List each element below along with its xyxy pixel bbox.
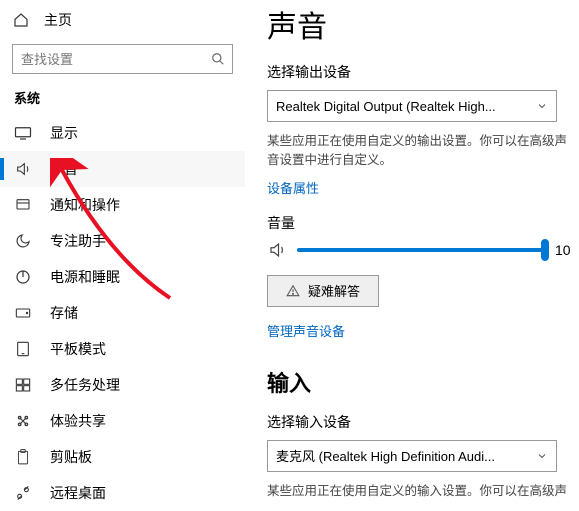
storage-icon: [14, 306, 32, 320]
sound-icon: [14, 161, 32, 177]
nav-label: 体验共享: [50, 411, 106, 431]
input-choose-label: 选择输入设备: [267, 412, 573, 432]
output-troubleshoot-button[interactable]: 疑难解答: [267, 275, 379, 307]
tablet-icon: [14, 341, 32, 357]
home-icon: [12, 12, 30, 28]
nav-label: 专注助手: [50, 231, 106, 251]
nav-label: 多任务处理: [50, 375, 120, 395]
nav-label: 远程桌面: [50, 483, 106, 503]
volume-slider-row: 10: [267, 241, 573, 259]
display-icon: [14, 126, 32, 140]
output-choose-label: 选择输出设备: [267, 62, 573, 82]
nav-sound[interactable]: 声音: [0, 151, 245, 187]
warning-icon: [286, 284, 300, 298]
nav-display[interactable]: 显示: [0, 115, 245, 151]
output-device-dropdown[interactable]: Realtek Digital Output (Realtek High...: [267, 90, 557, 122]
input-device-selected: 麦克风 (Realtek High Definition Audi...: [276, 446, 495, 465]
volume-slider[interactable]: [297, 248, 545, 252]
nav-label: 声音: [50, 159, 78, 179]
manage-devices-link[interactable]: 管理声音设备: [267, 321, 345, 340]
nav-label: 存储: [50, 303, 78, 323]
group-header: 系统: [0, 88, 245, 115]
clipboard-icon: [14, 449, 32, 465]
nav-focus-assist[interactable]: 专注助手: [0, 223, 245, 259]
nav-label: 显示: [50, 123, 78, 143]
nav-label: 通知和操作: [50, 195, 120, 215]
nav-tablet[interactable]: 平板模式: [0, 331, 245, 367]
volume-label: 音量: [267, 213, 573, 233]
page-title: 声音: [267, 2, 573, 46]
nav-shared[interactable]: 体验共享: [0, 403, 245, 439]
nav-multitask[interactable]: 多任务处理: [0, 367, 245, 403]
input-section-title: 输入: [267, 366, 573, 398]
main-content: 声音 选择输出设备 Realtek Digital Output (Realte…: [245, 0, 579, 500]
output-props-link[interactable]: 设备属性: [267, 178, 319, 197]
nav-power-sleep[interactable]: 电源和睡眠: [0, 259, 245, 295]
nav-label: 电源和睡眠: [50, 267, 120, 287]
output-troubleshoot-label: 疑难解答: [308, 281, 360, 300]
volume-slider-thumb[interactable]: [541, 239, 549, 261]
nav-remote-desktop[interactable]: 远程桌面: [0, 475, 245, 511]
remote-desktop-icon: [14, 485, 32, 501]
chevron-down-icon: [536, 100, 548, 112]
input-device-dropdown[interactable]: 麦克风 (Realtek High Definition Audi...: [267, 440, 557, 472]
output-device-selected: Realtek Digital Output (Realtek High...: [276, 99, 496, 114]
search-input[interactable]: [12, 44, 233, 74]
sidebar: 主页 系统 显示 声音 通知和操作: [0, 0, 245, 500]
home-label: 主页: [44, 10, 72, 30]
focus-assist-icon: [14, 233, 32, 249]
search-box[interactable]: [12, 44, 233, 74]
volume-icon: [267, 241, 287, 259]
nav-notifications[interactable]: 通知和操作: [0, 187, 245, 223]
nav-storage[interactable]: 存储: [0, 295, 245, 331]
notifications-icon: [14, 197, 32, 213]
power-icon: [14, 269, 32, 285]
chevron-down-icon: [536, 450, 548, 462]
multitask-icon: [14, 377, 32, 393]
nav-label: 平板模式: [50, 339, 106, 359]
search-icon: [211, 52, 225, 66]
home-row[interactable]: 主页: [0, 6, 245, 34]
nav-clipboard[interactable]: 剪贴板: [0, 439, 245, 475]
volume-value: 10: [555, 242, 573, 258]
nav-label: 剪贴板: [50, 447, 92, 467]
output-desc: 某些应用正在使用自定义的输出设置。你可以在高级声音设置中进行自定义。: [267, 132, 573, 170]
input-desc: 某些应用正在使用自定义的输入设置。你可以在高级声音设置中进行自定义。: [267, 482, 573, 501]
shared-icon: [14, 413, 32, 429]
